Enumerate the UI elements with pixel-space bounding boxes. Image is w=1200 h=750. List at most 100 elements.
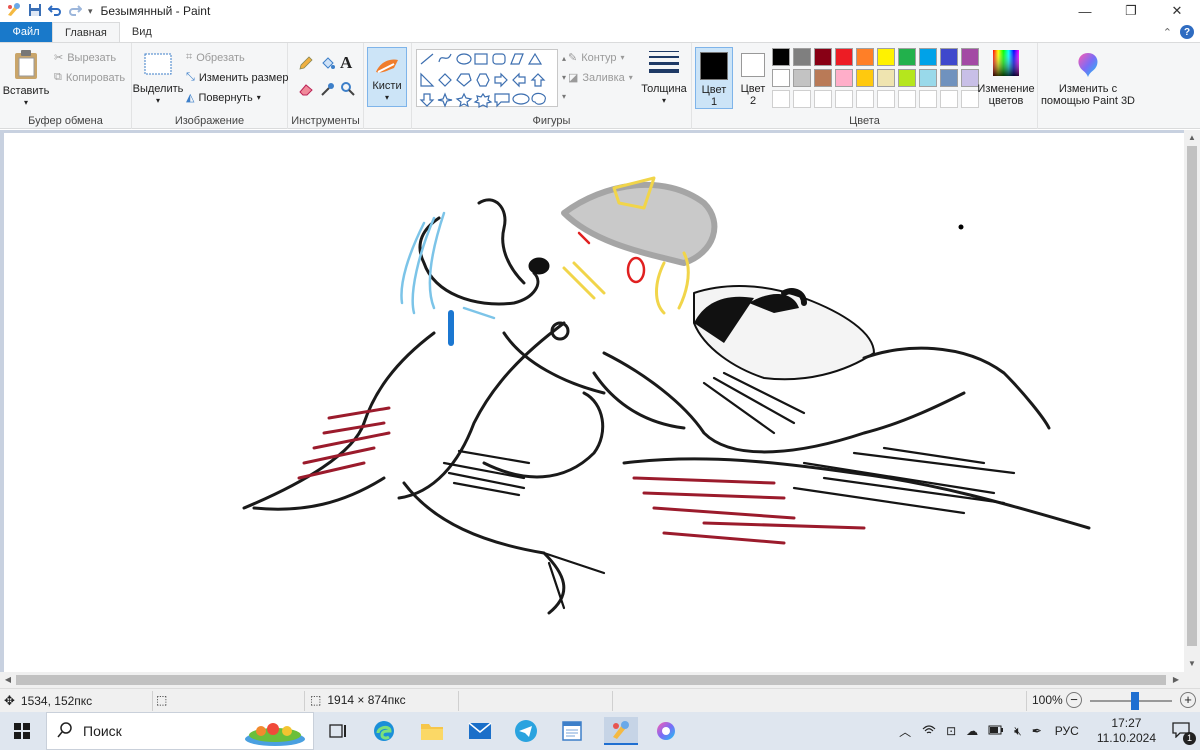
size-button[interactable]: Толщина ▾ [640, 49, 688, 107]
palette-color-swatch[interactable] [877, 69, 895, 87]
paint3d-taskbar-icon[interactable] [652, 717, 680, 745]
custom-color-slot[interactable] [898, 90, 916, 108]
drawing-canvas[interactable] [4, 133, 1184, 672]
edit-colors-button[interactable]: Изменение цветов [977, 49, 1035, 107]
text-tool-icon[interactable]: A [340, 53, 352, 73]
shapes-scroll[interactable]: ▴ ▾ ▾ [560, 49, 568, 107]
custom-color-slot[interactable] [856, 90, 874, 108]
outline-button[interactable]: ✎ Контур ▾ [568, 51, 625, 65]
paint3d-button[interactable]: Изменить с помощью Paint 3D [1040, 51, 1136, 107]
telegram-icon[interactable] [512, 717, 540, 745]
magnifier-icon[interactable] [340, 81, 356, 100]
palette-color-swatch[interactable] [940, 69, 958, 87]
palette-color-swatch[interactable] [877, 48, 895, 66]
palette-color-swatch[interactable] [856, 48, 874, 66]
brushes-button[interactable]: Кисти ▾ [367, 47, 407, 107]
customize-qa-icon[interactable]: ▾ [88, 6, 93, 17]
palette-color-swatch[interactable] [919, 48, 937, 66]
zoom-in-button[interactable]: + [1180, 692, 1196, 708]
custom-color-slot[interactable] [940, 90, 958, 108]
palette-color-swatch[interactable] [961, 69, 979, 87]
pen-icon[interactable]: ✒ [1027, 724, 1047, 738]
zoom-slider-thumb[interactable] [1131, 692, 1140, 710]
vertical-scrollbar[interactable]: ▲ ▼ [1184, 130, 1200, 672]
scroll-up-icon[interactable]: ▲ [1184, 130, 1200, 146]
palette-color-swatch[interactable] [772, 48, 790, 66]
show-hidden-icons[interactable]: ︿ [893, 723, 917, 740]
redo-icon[interactable] [68, 3, 83, 20]
cloud-icon[interactable]: ☁ [961, 724, 983, 738]
custom-color-slot[interactable] [835, 90, 853, 108]
rotate-button[interactable]: ◭ Повернуть ▾ [186, 91, 261, 105]
palette-color-swatch[interactable] [940, 48, 958, 66]
clock[interactable]: 17:27 11.10.2024 [1087, 716, 1166, 746]
horizontal-scrollbar[interactable]: ◀ ▶ [0, 672, 1200, 688]
custom-color-slot[interactable] [793, 90, 811, 108]
palette-color-swatch[interactable] [961, 48, 979, 66]
select-button[interactable]: Выделить ▾ [133, 51, 183, 107]
fill-button[interactable]: ◪ Заливка ▾ [568, 71, 633, 85]
language-indicator[interactable]: РУС [1047, 724, 1087, 738]
fill-bucket-icon[interactable] [320, 55, 336, 74]
vertical-scroll-thumb[interactable] [1187, 146, 1197, 646]
paint-app-icon[interactable] [6, 2, 22, 21]
volume-muted-icon[interactable]: 🔇︎ [1009, 724, 1027, 739]
shapes-gallery[interactable] [416, 49, 558, 108]
device-icon[interactable]: ⊡ [941, 724, 961, 738]
network-icon[interactable] [917, 724, 941, 739]
palette-color-swatch[interactable] [856, 69, 874, 87]
color1-button[interactable]: Цвет 1 [695, 47, 733, 109]
battery-icon[interactable] [983, 724, 1009, 738]
crop-button[interactable]: ⌗ Обрезать [186, 51, 245, 64]
palette-color-swatch[interactable] [835, 69, 853, 87]
copy-button[interactable]: ⧉ Копировать [54, 71, 125, 84]
horizontal-scroll-thumb[interactable] [16, 675, 1166, 685]
tab-file[interactable]: Файл [0, 22, 52, 42]
color-picker-icon[interactable] [320, 81, 336, 100]
palette-color-swatch[interactable] [835, 48, 853, 66]
scroll-right-icon[interactable]: ▶ [1168, 672, 1184, 688]
palette-color-swatch[interactable] [772, 69, 790, 87]
file-explorer-icon[interactable] [418, 717, 446, 745]
pencil-icon[interactable] [298, 55, 314, 74]
collapse-ribbon-icon[interactable]: ⌃ [1163, 26, 1172, 39]
scroll-down-icon[interactable]: ▼ [1184, 656, 1200, 672]
palette-color-swatch[interactable] [898, 48, 916, 66]
palette-color-swatch[interactable] [898, 69, 916, 87]
save-icon[interactable] [28, 3, 42, 20]
resize-button[interactable]: ⤡ Изменить размер [186, 71, 288, 84]
palette-color-swatch[interactable] [814, 69, 832, 87]
palette-color-swatch[interactable] [919, 69, 937, 87]
notification-center[interactable]: 1 [1166, 721, 1200, 745]
custom-color-slot[interactable] [814, 90, 832, 108]
custom-color-slot[interactable] [772, 90, 790, 108]
palette-color-swatch[interactable] [814, 48, 832, 66]
restore-button[interactable]: ❐ [1108, 0, 1154, 22]
zoom-out-button[interactable]: − [1066, 692, 1082, 708]
paste-button[interactable]: Вставить ▾ [3, 49, 49, 109]
mail-icon[interactable] [466, 717, 494, 745]
close-button[interactable]: ✕ [1154, 0, 1200, 22]
palette-color-swatch[interactable] [793, 69, 811, 87]
task-view-icon[interactable] [324, 717, 352, 745]
color2-button[interactable]: Цвет 2 [734, 47, 772, 109]
edge-browser-icon[interactable] [370, 717, 398, 745]
paint-taskbar-icon[interactable] [604, 717, 638, 745]
cut-button[interactable]: ✂ Вырезать [54, 51, 116, 65]
custom-color-slot[interactable] [877, 90, 895, 108]
notepad-app-icon[interactable] [558, 717, 586, 745]
custom-color-slot[interactable] [919, 90, 937, 108]
zoom-slider-track[interactable] [1090, 692, 1172, 710]
scroll-left-icon[interactable]: ◀ [0, 672, 16, 688]
tab-home[interactable]: Главная [52, 22, 120, 42]
custom-color-slot[interactable] [961, 90, 979, 108]
eraser-icon[interactable] [298, 81, 314, 100]
help-icon[interactable]: ? [1180, 25, 1194, 39]
windows-start-icon[interactable] [8, 717, 36, 745]
undo-icon[interactable] [47, 3, 62, 20]
palette-color-swatch[interactable] [793, 48, 811, 66]
minimize-button[interactable]: — [1062, 0, 1108, 22]
taskbar-search[interactable]: Поиск [46, 712, 314, 750]
crosshair-icon: ✥ [4, 693, 15, 708]
tab-view[interactable]: Вид [120, 22, 164, 42]
